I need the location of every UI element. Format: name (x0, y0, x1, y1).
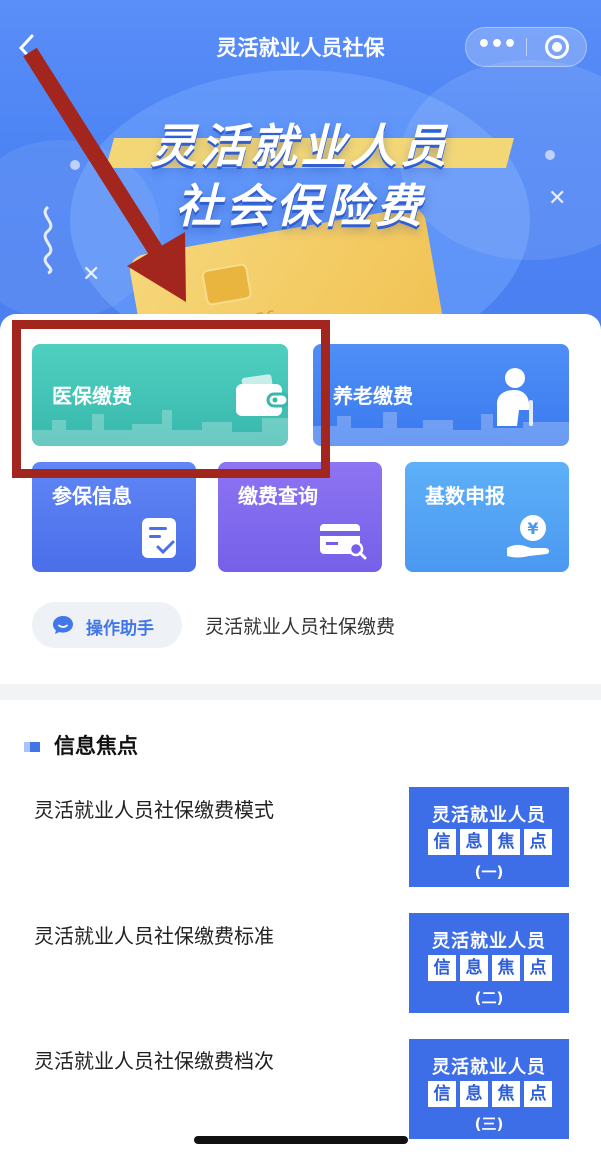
insurance-info-label: 参保信息 (52, 484, 132, 508)
thumb-chars: 信息焦点 (426, 829, 554, 855)
thumb-index: (三) (474, 1115, 504, 1133)
cross-decoration: ✕ (82, 262, 101, 287)
thumb-char: 焦 (492, 829, 520, 855)
article-title[interactable]: 灵活就业人员社保缴费标准 (34, 920, 274, 949)
thumb-char: 点 (524, 829, 552, 855)
more-dots-icon[interactable]: ••• (466, 28, 527, 66)
thumb-index: (一) (474, 863, 504, 881)
assistant-hint-text: 灵活就业人员社保缴费 (205, 616, 396, 638)
thumb-char: 点 (524, 955, 552, 981)
article-title[interactable]: 灵活就业人员社保缴费模式 (34, 794, 274, 823)
yuan-hand-icon: ¥ (507, 515, 550, 558)
thumb-chars: 信息焦点 (426, 1081, 554, 1107)
thumb-title: 灵活就业人员 (432, 1057, 546, 1078)
article-title[interactable]: 灵活就业人员社保缴费档次 (34, 1045, 274, 1074)
thumb-title: 灵活就业人员 (432, 931, 546, 952)
home-indicator (194, 1136, 408, 1144)
banner-headline-line2: 社会保险费 (175, 179, 426, 233)
operation-assistant-button[interactable]: 操作助手 (32, 602, 182, 648)
base-declaration-button[interactable]: 基数申报 ¥ (405, 462, 569, 572)
thumb-char: 焦 (492, 955, 520, 981)
info-focus-title: 信息焦点 (54, 734, 138, 758)
target-circle-icon[interactable] (545, 35, 569, 59)
operation-assistant-label: 操作助手 (86, 619, 154, 639)
article-thumbnail[interactable]: 灵活就业人员 信息焦点 (三) (409, 1039, 569, 1139)
thumb-chars: 信息焦点 (426, 955, 554, 981)
thumb-index: (二) (474, 989, 504, 1007)
article-thumbnail[interactable]: 灵活就业人员 信息焦点 (二) (409, 913, 569, 1013)
thumb-title: 灵活就业人员 (432, 805, 546, 826)
highlight-box-annotation (12, 320, 330, 478)
card-search-icon (320, 524, 367, 560)
thumb-char: 息 (460, 829, 488, 855)
thumb-char: 息 (460, 955, 488, 981)
section-mark-icon (24, 742, 40, 752)
article-thumbnail[interactable]: 灵活就业人员 信息焦点 (一) (409, 787, 569, 887)
thumb-char: 信 (428, 1081, 456, 1107)
elder-person-icon (497, 368, 533, 426)
miniprogram-capsule: ••• (465, 27, 587, 67)
payment-query-button[interactable]: 缴费查询 (218, 462, 382, 572)
pension-payment-button[interactable]: 养老缴费 (313, 344, 569, 446)
svg-text:¥: ¥ (527, 519, 538, 538)
thumb-char: 点 (524, 1081, 552, 1107)
pension-payment-label: 养老缴费 (333, 384, 413, 408)
capsule-divider (526, 38, 527, 56)
thumb-char: 信 (428, 955, 456, 981)
document-check-icon (142, 518, 176, 558)
nav-bar: 灵活就业人员社保 ••• (0, 0, 601, 90)
thumb-char: 焦 (492, 1081, 520, 1107)
thumb-char: 息 (460, 1081, 488, 1107)
base-declaration-label: 基数申报 (425, 484, 505, 508)
section-divider (0, 684, 601, 700)
chat-bubble-icon (53, 616, 73, 634)
thumb-char: 信 (428, 829, 456, 855)
payment-query-label: 缴费查询 (238, 484, 318, 508)
banner-headline-line1: 灵活就业人员 (150, 119, 451, 173)
insurance-info-button[interactable]: 参保信息 (32, 462, 196, 572)
card-chip (200, 262, 253, 307)
